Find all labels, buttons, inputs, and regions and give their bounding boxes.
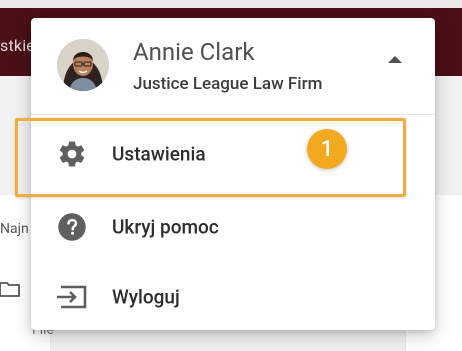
chevron-up-icon bbox=[388, 56, 402, 63]
avatar bbox=[57, 39, 109, 91]
menu-item-label: Ukryj pomoc bbox=[112, 215, 219, 239]
user-name: Annie Clark bbox=[133, 38, 255, 66]
left-card-partial-label: Najn bbox=[0, 221, 29, 237]
user-profile-header[interactable]: Annie Clark Justice League Law Firm bbox=[31, 18, 435, 115]
menu-item-label: Wyloguj bbox=[112, 285, 180, 309]
top-bar-partial-label: stkie bbox=[0, 36, 35, 55]
folder-icon bbox=[0, 282, 20, 297]
step-highlight-box bbox=[15, 118, 406, 197]
step-badge: 1 bbox=[307, 129, 347, 169]
browser-strip bbox=[0, 0, 462, 8]
firm-name: Justice League Law Firm bbox=[133, 74, 323, 94]
menu-item-logout[interactable]: Wyloguj bbox=[31, 261, 435, 333]
collapse-menu-button[interactable] bbox=[382, 46, 408, 72]
user-avatar-image bbox=[57, 39, 109, 91]
logout-icon bbox=[55, 280, 89, 314]
menu-item-hide-help[interactable]: Ukryj pomoc bbox=[31, 191, 435, 263]
help-icon bbox=[55, 210, 89, 244]
